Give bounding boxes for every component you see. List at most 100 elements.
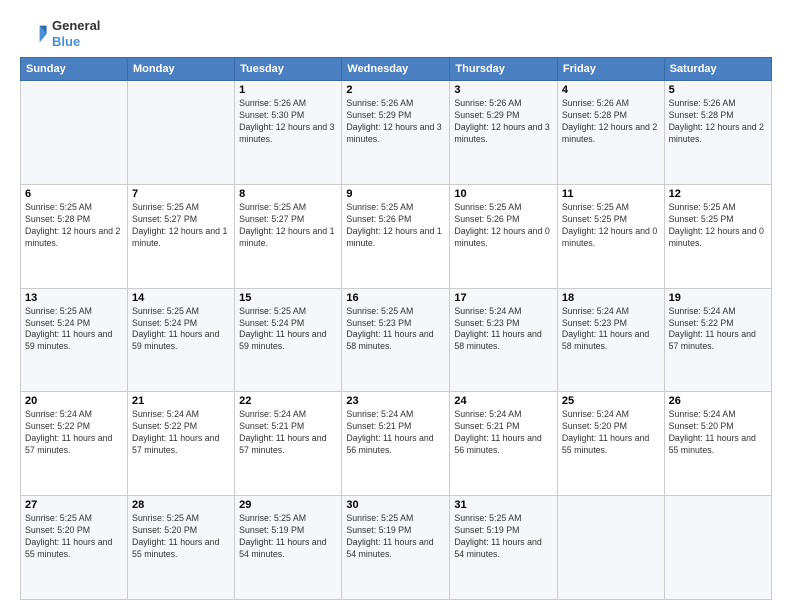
day-info: Sunrise: 5:25 AM Sunset: 5:19 PM Dayligh… [454,513,553,561]
day-number: 29 [239,499,337,511]
day-number: 24 [454,395,553,407]
day-info: Sunrise: 5:25 AM Sunset: 5:25 PM Dayligh… [562,202,660,250]
day-info: Sunrise: 5:26 AM Sunset: 5:30 PM Dayligh… [239,98,337,146]
calendar-cell [21,81,128,185]
day-number: 19 [669,292,767,304]
day-info: Sunrise: 5:24 AM Sunset: 5:21 PM Dayligh… [239,409,337,457]
calendar-cell: 25Sunrise: 5:24 AM Sunset: 5:20 PM Dayli… [557,392,664,496]
day-number: 9 [346,188,445,200]
day-number: 26 [669,395,767,407]
day-number: 8 [239,188,337,200]
calendar-cell: 5 Sunrise: 5:26 AM Sunset: 5:28 PM Daylig… [664,81,771,185]
day-info: Sunrise: 5:24 AM Sunset: 5:22 PM Dayligh… [132,409,230,457]
calendar-cell: 7Sunrise: 5:25 AM Sunset: 5:27 PM Daylig… [128,184,235,288]
day-info: Sunrise: 5:26 AM Sunset: 5:28 PM Dayligh… [669,98,767,146]
calendar-week-row: 13 Sunrise: 5:25 AM Sunset: 5:24 PM Dayli… [21,288,772,392]
calendar-cell: 30 Sunrise: 5:25 AM Sunset: 5:19 PM Dayli… [342,496,450,600]
day-info: Sunrise: 5:25 AM Sunset: 5:19 PM Dayligh… [239,513,337,561]
page: General Blue SundayMondayTuesdayWednesda… [0,0,792,612]
day-info: Sunrise: 5:25 AM Sunset: 5:26 PM Dayligh… [346,202,445,250]
weekday-header: Monday [128,58,235,81]
logo-line2: Blue [52,34,100,50]
day-number: 14 [132,292,230,304]
calendar-cell [664,496,771,600]
day-number: 27 [25,499,123,511]
calendar-cell: 22 Sunrise: 5:24 AM Sunset: 5:21 PM Dayli… [235,392,342,496]
day-number: 22 [239,395,337,407]
day-number: 31 [454,499,553,511]
day-info: Sunrise: 5:25 AM Sunset: 5:23 PM Dayligh… [346,306,445,354]
calendar-week-row: 1Sunrise: 5:26 AM Sunset: 5:30 PM Daylig… [21,81,772,185]
calendar-cell: 4 Sunrise: 5:26 AM Sunset: 5:28 PM Daylig… [557,81,664,185]
calendar-cell: 14 Sunrise: 5:25 AM Sunset: 5:24 PM Dayli… [128,288,235,392]
calendar-cell: 6Sunrise: 5:25 AM Sunset: 5:28 PM Daylig… [21,184,128,288]
calendar-cell: 2 Sunrise: 5:26 AM Sunset: 5:29 PM Daylig… [342,81,450,185]
day-info: Sunrise: 5:24 AM Sunset: 5:20 PM Dayligh… [669,409,767,457]
header: General Blue [20,18,772,49]
calendar-cell: 10 Sunrise: 5:25 AM Sunset: 5:26 PM Dayli… [450,184,558,288]
calendar-cell: 9 Sunrise: 5:25 AM Sunset: 5:26 PM Daylig… [342,184,450,288]
day-info: Sunrise: 5:25 AM Sunset: 5:24 PM Dayligh… [132,306,230,354]
day-info: Sunrise: 5:24 AM Sunset: 5:22 PM Dayligh… [25,409,123,457]
day-number: 4 [562,84,660,96]
day-info: Sunrise: 5:26 AM Sunset: 5:29 PM Dayligh… [346,98,445,146]
calendar-cell: 16Sunrise: 5:25 AM Sunset: 5:23 PM Dayli… [342,288,450,392]
day-number: 3 [454,84,553,96]
calendar-cell [557,496,664,600]
day-number: 7 [132,188,230,200]
calendar-cell: 1Sunrise: 5:26 AM Sunset: 5:30 PM Daylig… [235,81,342,185]
day-number: 18 [562,292,660,304]
day-info: Sunrise: 5:25 AM Sunset: 5:20 PM Dayligh… [132,513,230,561]
day-info: Sunrise: 5:24 AM Sunset: 5:21 PM Dayligh… [346,409,445,457]
logo-icon [20,20,48,48]
calendar-cell: 13Sunrise: 5:25 AM Sunset: 5:24 PM Dayli… [21,288,128,392]
calendar-header-row: SundayMondayTuesdayWednesdayThursdayFrid… [21,58,772,81]
calendar-cell: 17 Sunrise: 5:24 AM Sunset: 5:23 PM Dayli… [450,288,558,392]
day-info: Sunrise: 5:24 AM Sunset: 5:23 PM Dayligh… [454,306,553,354]
calendar-cell: 3Sunrise: 5:26 AM Sunset: 5:29 PM Daylig… [450,81,558,185]
calendar-cell: 20 Sunrise: 5:24 AM Sunset: 5:22 PM Dayli… [21,392,128,496]
day-info: Sunrise: 5:25 AM Sunset: 5:27 PM Dayligh… [239,202,337,250]
calendar-week-row: 27 Sunrise: 5:25 AM Sunset: 5:20 PM Dayli… [21,496,772,600]
calendar-cell: 11 Sunrise: 5:25 AM Sunset: 5:25 PM Dayli… [557,184,664,288]
calendar-cell: 23 Sunrise: 5:24 AM Sunset: 5:21 PM Dayli… [342,392,450,496]
day-info: Sunrise: 5:25 AM Sunset: 5:24 PM Dayligh… [239,306,337,354]
day-number: 13 [25,292,123,304]
day-number: 11 [562,188,660,200]
day-number: 25 [562,395,660,407]
day-number: 30 [346,499,445,511]
calendar-cell: 31 Sunrise: 5:25 AM Sunset: 5:19 PM Dayli… [450,496,558,600]
day-info: Sunrise: 5:24 AM Sunset: 5:21 PM Dayligh… [454,409,553,457]
calendar-cell: 28Sunrise: 5:25 AM Sunset: 5:20 PM Dayli… [128,496,235,600]
day-number: 10 [454,188,553,200]
day-number: 17 [454,292,553,304]
calendar-cell: 18Sunrise: 5:24 AM Sunset: 5:23 PM Dayli… [557,288,664,392]
calendar-cell: 24 Sunrise: 5:24 AM Sunset: 5:21 PM Dayli… [450,392,558,496]
calendar-cell: 19 Sunrise: 5:24 AM Sunset: 5:22 PM Dayli… [664,288,771,392]
weekday-header: Thursday [450,58,558,81]
day-number: 2 [346,84,445,96]
day-info: Sunrise: 5:24 AM Sunset: 5:22 PM Dayligh… [669,306,767,354]
day-info: Sunrise: 5:25 AM Sunset: 5:26 PM Dayligh… [454,202,553,250]
day-number: 23 [346,395,445,407]
day-info: Sunrise: 5:26 AM Sunset: 5:28 PM Dayligh… [562,98,660,146]
calendar-week-row: 20 Sunrise: 5:24 AM Sunset: 5:22 PM Dayli… [21,392,772,496]
calendar-table: SundayMondayTuesdayWednesdayThursdayFrid… [20,57,772,600]
day-number: 5 [669,84,767,96]
day-number: 21 [132,395,230,407]
calendar-cell: 26 Sunrise: 5:24 AM Sunset: 5:20 PM Dayli… [664,392,771,496]
weekday-header: Friday [557,58,664,81]
day-number: 15 [239,292,337,304]
calendar-cell: 29 Sunrise: 5:25 AM Sunset: 5:19 PM Dayli… [235,496,342,600]
calendar-cell: 8 Sunrise: 5:25 AM Sunset: 5:27 PM Daylig… [235,184,342,288]
weekday-header: Saturday [664,58,771,81]
day-number: 20 [25,395,123,407]
logo-text: General Blue [52,18,100,49]
day-info: Sunrise: 5:25 AM Sunset: 5:28 PM Dayligh… [25,202,123,250]
day-info: Sunrise: 5:25 AM Sunset: 5:19 PM Dayligh… [346,513,445,561]
day-info: Sunrise: 5:25 AM Sunset: 5:20 PM Dayligh… [25,513,123,561]
calendar-cell [128,81,235,185]
calendar-cell: 15 Sunrise: 5:25 AM Sunset: 5:24 PM Dayli… [235,288,342,392]
day-info: Sunrise: 5:25 AM Sunset: 5:25 PM Dayligh… [669,202,767,250]
calendar-cell: 27 Sunrise: 5:25 AM Sunset: 5:20 PM Dayli… [21,496,128,600]
